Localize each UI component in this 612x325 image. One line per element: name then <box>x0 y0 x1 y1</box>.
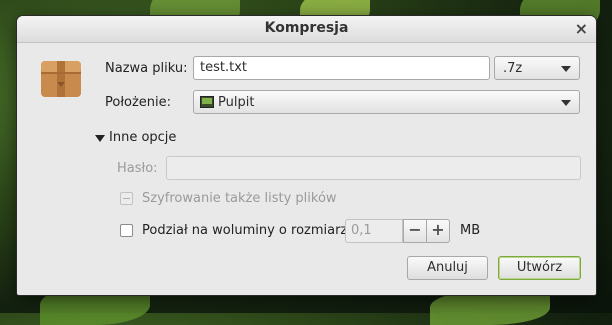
cancel-button[interactable]: Anuluj <box>407 256 488 280</box>
dialog-title: Kompresja <box>264 20 349 36</box>
filename-input[interactable]: test.txt <box>193 56 490 80</box>
chevron-down-icon <box>561 66 571 72</box>
archive-package-icon <box>39 57 83 101</box>
background-leaf <box>430 290 550 325</box>
chevron-down-icon <box>561 100 571 106</box>
format-combo[interactable]: .7z <box>494 56 580 80</box>
other-options-expander[interactable]: Inne opcje <box>109 130 176 145</box>
password-input[interactable] <box>166 156 581 180</box>
folder-desktop-icon <box>200 96 214 108</box>
split-volumes-label: Podział na woluminy o rozmiarze <box>142 223 356 238</box>
filename-label: Nazwa pliku: <box>105 61 188 76</box>
location-label: Położenie: <box>105 95 172 110</box>
format-combo-value: .7z <box>503 61 523 76</box>
split-unit-label: MB <box>460 223 481 238</box>
location-combo-value: Pulpit <box>218 95 255 110</box>
expander-arrow-icon[interactable] <box>95 135 105 142</box>
split-size-input[interactable]: 0,1 <box>345 219 403 243</box>
title-bar[interactable]: Kompresja × <box>17 16 596 43</box>
split-volumes-checkbox[interactable] <box>120 224 133 237</box>
compression-dialog: Kompresja × Nazwa pliku: test.txt .7z Po… <box>17 16 596 295</box>
minus-icon[interactable]: − <box>403 219 427 243</box>
encrypt-list-checkbox[interactable] <box>120 192 133 205</box>
create-button[interactable]: Utwórz <box>498 256 581 280</box>
password-label: Hasło: <box>117 161 158 176</box>
close-icon[interactable]: × <box>575 19 588 38</box>
location-combo[interactable]: Pulpit <box>193 90 580 114</box>
plus-icon[interactable]: + <box>426 219 450 243</box>
encrypt-list-label: Szyfrowanie także listy plików <box>142 191 337 206</box>
